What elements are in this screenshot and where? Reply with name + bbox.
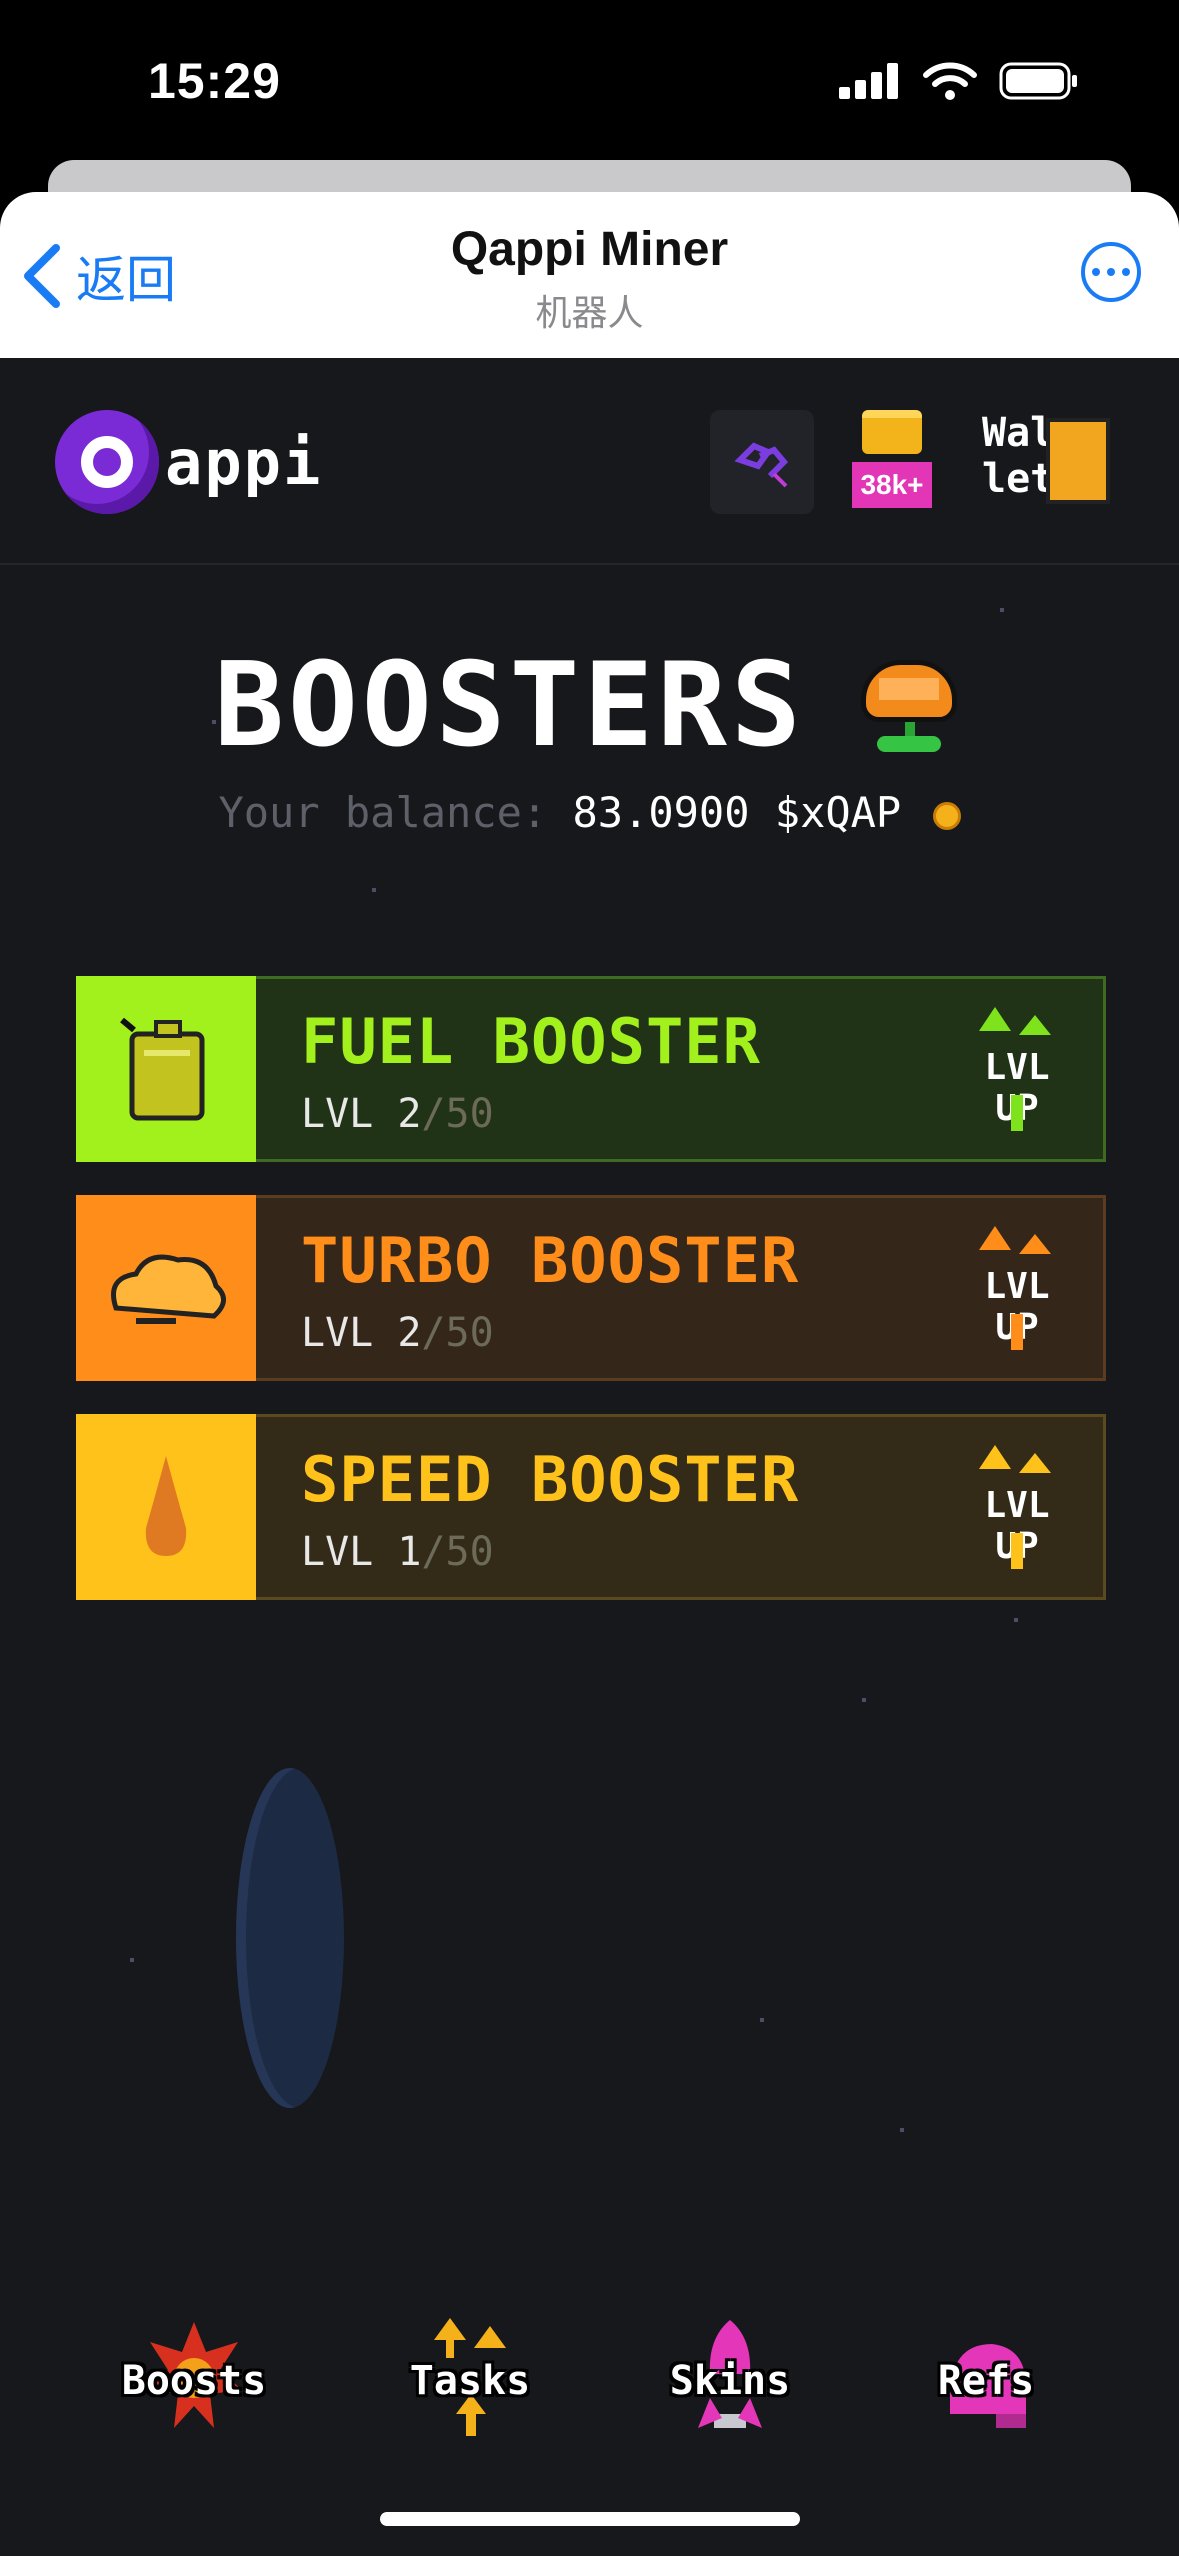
balance-value: 83.0900 $xQAP <box>572 788 902 837</box>
bot-title: Qappi Miner <box>450 223 729 276</box>
battery-icon <box>999 62 1077 100</box>
pot-badge: 38k+ <box>852 462 932 508</box>
booster-name: TURBO BOOSTER <box>301 1224 800 1297</box>
lvl-up-button[interactable]: LVL UP <box>957 1218 1077 1358</box>
wallet-button[interactable]: Wal let <box>982 410 1126 514</box>
up-arrow-icon <box>979 1226 1011 1250</box>
home-indicator[interactable] <box>380 2512 800 2526</box>
balance-label: Your balance: <box>218 788 548 837</box>
status-time: 15:29 <box>148 53 281 109</box>
star <box>760 2018 764 2022</box>
nav-label: Boosts <box>121 2358 267 2404</box>
status-bar: 15:29 <box>0 0 1179 165</box>
booster-name: SPEED BOOSTER <box>301 1443 800 1516</box>
nav-label: Refs <box>937 2358 1035 2404</box>
wallet-label: Wal let <box>982 410 1055 502</box>
app-screen: appi 38k+ Wal let BOOSTERS Your balance:… <box>0 358 1179 2556</box>
up-arrow-icon <box>979 1007 1011 1031</box>
more-dot <box>1107 268 1115 276</box>
lvl-up-button[interactable]: LVL UP <box>957 1437 1077 1577</box>
booster-card-fuel[interactable]: FUEL BOOSTER LVL 2/50 LVL UP <box>76 976 1106 1162</box>
up-arrow-icon <box>979 1445 1011 1469</box>
bot-subtitle: 机器人 <box>535 292 644 333</box>
nav-boosts[interactable]: Boosts <box>114 2318 274 2448</box>
link-icon <box>734 442 789 488</box>
background-planet <box>236 1768 344 2108</box>
star <box>900 2128 904 2132</box>
booster-card-turbo[interactable]: TURBO BOOSTER LVL 2/50 LVL UP <box>76 1195 1106 1381</box>
lvl-up-button[interactable]: LVL UP <box>957 999 1077 1139</box>
nav-refs[interactable]: Refs <box>906 2318 1066 2448</box>
wallet-icon <box>1046 418 1110 504</box>
more-button[interactable] <box>1081 242 1141 302</box>
star <box>130 1958 134 1962</box>
status-icons <box>839 62 1079 100</box>
star <box>372 888 376 892</box>
gold-pot-icon <box>862 410 922 454</box>
up-arrow-icon <box>1019 1015 1051 1035</box>
nav-skins[interactable]: Skins <box>650 2318 810 2448</box>
qappi-logo-icon <box>55 410 159 514</box>
app-bar: appi 38k+ Wal let <box>0 358 1179 565</box>
booster-card-speed[interactable]: SPEED BOOSTER LVL 1/50 LVL UP <box>76 1414 1106 1600</box>
balance-line: Your balance: 83.0900 $xQAP <box>0 788 1179 837</box>
coin-icon <box>932 801 961 830</box>
more-dot <box>1122 268 1130 276</box>
up-arrow-icon <box>1019 1453 1051 1473</box>
qappi-logo[interactable]: appi <box>55 410 322 514</box>
booster-name: FUEL BOOSTER <box>301 1005 761 1078</box>
up-arrow-icon <box>1019 1234 1051 1254</box>
star <box>1014 1618 1018 1622</box>
more-dot <box>1092 268 1100 276</box>
nav-tasks[interactable]: Tasks <box>390 2318 550 2448</box>
booster-level: LVL 1/50 <box>301 1529 494 1575</box>
logo-text: appi <box>165 425 323 499</box>
page-header: BOOSTERS <box>0 638 1179 773</box>
booster-level: LVL 2/50 <box>301 1091 494 1137</box>
nav-label: Skins <box>669 2358 791 2404</box>
signal-icon <box>839 63 898 99</box>
flame-drop-icon <box>76 1414 256 1600</box>
turbo-cloud-icon <box>76 1195 256 1381</box>
chain-link-button[interactable] <box>710 410 814 514</box>
bottom-nav: Boosts Tasks Skins Refs <box>0 2318 1179 2478</box>
telegram-header: 返回 Qappi Miner 机器人 <box>0 192 1179 358</box>
flower-icon <box>853 650 965 762</box>
nav-label: Tasks <box>409 2358 531 2404</box>
wifi-icon <box>923 62 977 100</box>
pot-counter[interactable]: 38k+ <box>852 410 932 518</box>
page-title: BOOSTERS <box>214 638 805 773</box>
fuel-can-icon <box>76 976 256 1162</box>
star <box>1000 608 1004 612</box>
star <box>862 1698 866 1702</box>
booster-level: LVL 2/50 <box>301 1310 494 1356</box>
